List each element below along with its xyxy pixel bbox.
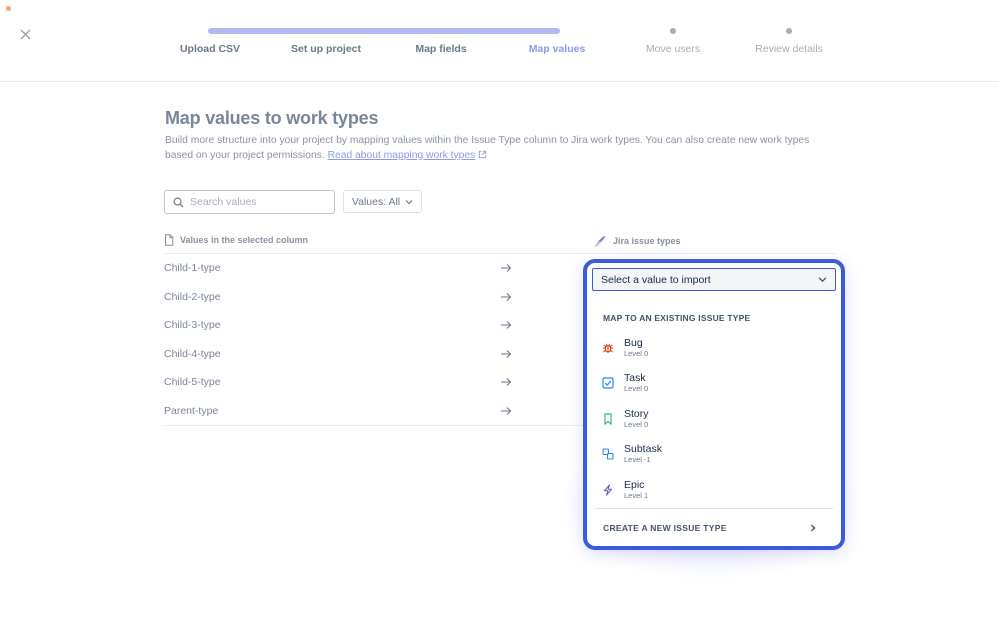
progress-stepper: Upload CSV Set up project Map fields Map… xyxy=(0,0,999,82)
option-level: Level 0 xyxy=(624,349,649,358)
step-move-users: Move users xyxy=(645,43,701,55)
page-description: Build more structure into your project b… xyxy=(165,134,825,163)
group-heading: MAP TO AN EXISTING ISSUE TYPE xyxy=(603,313,751,323)
option-name: Task xyxy=(624,372,646,384)
list-item: Child-2-type xyxy=(164,283,584,312)
value-label: Child-4-type xyxy=(164,347,221,360)
values-column-label: Values in the selected column xyxy=(180,235,309,245)
search-icon xyxy=(173,197,184,208)
list-item: Parent-type xyxy=(164,397,584,426)
arrow-right-icon xyxy=(501,292,512,301)
option-name: Subtask xyxy=(624,443,662,455)
progress-bar xyxy=(208,28,560,34)
jira-types-column-header: Jira issue types xyxy=(593,234,681,247)
external-link-icon xyxy=(479,150,487,158)
option-level: Level 0 xyxy=(624,420,649,429)
option-level: Level 1 xyxy=(624,491,649,500)
arrow-right-icon xyxy=(501,349,512,358)
chevron-right-icon xyxy=(811,524,816,532)
step-review-details: Review details xyxy=(755,43,823,55)
list-item: Child-4-type xyxy=(164,340,584,369)
arrow-right-icon xyxy=(501,264,512,272)
value-label: Child-3-type xyxy=(164,319,221,332)
option-name: Epic xyxy=(624,479,645,491)
option-epic[interactable]: Epic Level 1 xyxy=(597,475,831,505)
option-level: Level -1 xyxy=(624,455,651,464)
jira-logo-icon xyxy=(594,236,606,247)
page-title: Map values to work types xyxy=(165,108,379,128)
create-issue-type-label: CREATE A NEW ISSUE TYPE xyxy=(603,523,727,533)
file-icon xyxy=(165,234,174,246)
arrow-right-icon xyxy=(501,378,512,386)
option-name: Story xyxy=(624,408,649,420)
step-dot-review-details xyxy=(786,28,792,34)
story-icon xyxy=(602,413,614,425)
values-column-header: Values in the selected column xyxy=(164,234,308,246)
chevron-down-icon xyxy=(405,199,413,204)
step-map-fields: Map fields xyxy=(415,43,467,55)
select-placeholder: Select a value to import xyxy=(601,273,711,286)
list-item: Child-5-type xyxy=(164,368,584,397)
values-filter-label: Values: All xyxy=(351,195,401,208)
search-field[interactable] xyxy=(164,190,335,214)
issue-type-select[interactable]: Select a value to import xyxy=(592,268,836,291)
arrow-right-icon xyxy=(501,406,512,415)
value-label: Parent-type xyxy=(164,404,219,417)
dropdown-divider xyxy=(595,508,833,509)
value-label: Child-5-type xyxy=(164,376,221,389)
step-map-values: Map values xyxy=(528,43,586,55)
create-issue-type-button[interactable]: CREATE A NEW ISSUE TYPE xyxy=(595,518,817,538)
subtask-icon xyxy=(602,448,614,460)
step-set-up-project: Set up project xyxy=(290,43,362,55)
list-item: Child-3-type xyxy=(164,311,584,340)
list-item: Child-1-type xyxy=(164,254,584,283)
issue-type-dropdown: Select a value to import MAP TO AN EXIST… xyxy=(583,259,845,550)
option-bug[interactable]: Bug Level 0 xyxy=(597,333,831,363)
jira-types-column-label: Jira issue types xyxy=(613,235,681,246)
step-dot-move-users xyxy=(670,28,676,34)
task-icon xyxy=(602,377,614,389)
bug-icon xyxy=(602,342,614,354)
step-upload-csv: Upload CSV xyxy=(179,43,241,55)
search-input[interactable] xyxy=(190,196,325,208)
values-filter-button[interactable]: Values: All xyxy=(343,190,422,213)
value-label: Child-2-type xyxy=(164,290,221,303)
value-list: Child-1-type Child-2-type Child-3-type C… xyxy=(164,254,584,425)
read-more-link-text: Read about mapping work types xyxy=(327,149,476,161)
option-subtask[interactable]: Subtask Level -1 xyxy=(597,439,831,469)
chevron-down-icon xyxy=(818,277,827,283)
option-name: Bug xyxy=(624,337,643,349)
option-task[interactable]: Task Level 0 xyxy=(597,368,831,398)
description-text: Build more structure into your project b… xyxy=(165,135,810,161)
value-label: Child-1-type xyxy=(164,262,221,275)
read-more-link[interactable]: Read about mapping work types xyxy=(328,150,476,161)
option-story[interactable]: Story Level 0 xyxy=(597,404,831,434)
epic-icon xyxy=(602,484,614,496)
option-level: Level 0 xyxy=(624,384,649,393)
arrow-right-icon xyxy=(501,321,512,329)
